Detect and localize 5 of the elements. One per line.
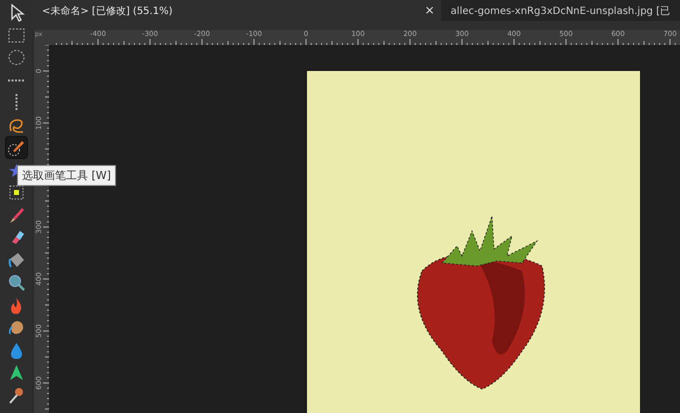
close-button[interactable]: × [418, 0, 441, 21]
document-tab[interactable]: <未命名> [已修改] (55.1%) [32, 0, 419, 21]
tooltip: 选取画笔工具 [W] [17, 165, 116, 186]
ellipse-marquee-tool-icon[interactable] [6, 47, 26, 68]
selection-brush-tool-icon[interactable] [6, 137, 26, 158]
